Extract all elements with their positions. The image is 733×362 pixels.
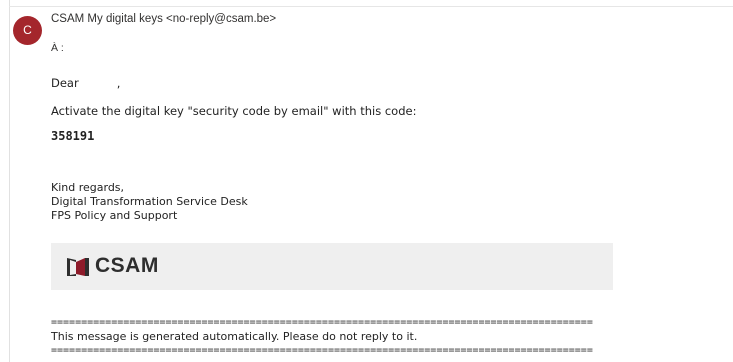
csam-door-logo-icon [67,258,89,276]
sender-name[interactable]: CSAM My digital keys <no-reply@csam.be> [51,13,276,25]
separator-bottom: ========================================… [51,346,593,356]
signature-line-1: Kind regards, [51,181,125,194]
header-divider [9,6,733,7]
recipient-label: À : [51,42,64,54]
auto-generated-notice: This message is generated automatically.… [51,330,418,343]
signature-line-2: Digital Transformation Service Desk [51,195,248,208]
instruction-text: Activate the digital key "security code … [51,104,417,118]
signature-line-3: FPS Policy and Support [51,209,178,222]
greeting-line: Dear, [51,76,120,90]
security-code: 358191 [51,129,95,143]
csam-logo-text: CSAM [95,254,159,277]
greeting-text: Dear [51,76,79,90]
separator-top: ========================================… [51,318,593,328]
sender-avatar[interactable]: C [13,16,42,45]
pane-border [9,0,10,362]
csam-logo-banner: CSAM [51,243,613,290]
email-reading-pane: C CSAM My digital keys <no-reply@csam.be… [0,0,733,362]
greeting-comma: , [116,76,121,90]
